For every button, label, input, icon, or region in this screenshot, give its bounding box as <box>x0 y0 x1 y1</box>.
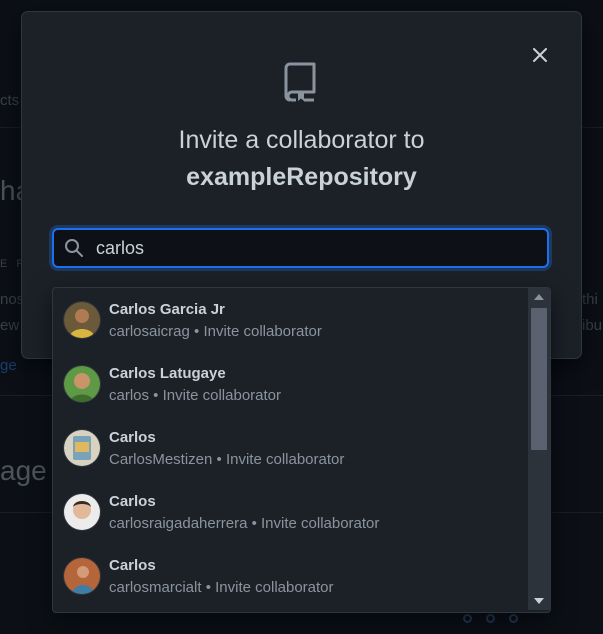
suggestion-name: Carlos Garcia Jr <box>109 300 225 318</box>
repository-name: exampleRepository <box>186 163 417 191</box>
suggestion-subtitle: carlosmarcialt • Invite collaborator <box>109 578 334 596</box>
avatar <box>63 365 101 403</box>
scrollbar-thumb[interactable] <box>531 308 547 450</box>
suggestion-username: carlosaicrag <box>109 322 190 340</box>
suggestion-action: Invite collaborator <box>225 450 345 468</box>
avatar-person-icon <box>64 558 100 594</box>
search-box[interactable] <box>52 228 549 268</box>
suggestion-action: Invite collaborator <box>261 514 380 532</box>
suggestion-subtitle: CarlosMestizen • Invite collaborator <box>109 450 345 468</box>
suggestion-item[interactable]: Carlos Garcia Jr carlosaicrag • Invite c… <box>53 288 527 352</box>
triangle-up-icon <box>534 294 544 300</box>
triangle-down-icon <box>534 598 544 604</box>
scroll-up-button[interactable] <box>528 290 550 304</box>
suggestion-item[interactable]: Carlos CarlosMestizen • Invite collabora… <box>53 416 527 480</box>
close-button[interactable] <box>530 45 550 65</box>
suggestion-name: Carlos Latugaye <box>109 364 226 382</box>
avatar <box>63 493 101 531</box>
scrollbar[interactable] <box>528 288 550 610</box>
avatar-image-icon <box>64 430 100 466</box>
suggestion-subtitle: carlosraigadaherrera • Invite collaborat… <box>109 514 380 532</box>
avatar <box>63 301 101 339</box>
avatar-person-icon <box>64 366 100 402</box>
avatar-person-icon <box>64 494 100 530</box>
suggestion-action: Invite collaborator <box>215 578 334 596</box>
avatar <box>63 557 101 595</box>
suggestions-list: Carlos Garcia Jr carlosaicrag • Invite c… <box>53 288 527 608</box>
scroll-down-button[interactable] <box>528 594 550 608</box>
suggestion-action: Invite collaborator <box>162 386 282 404</box>
avatar-person-icon <box>64 302 100 338</box>
suggestion-subtitle: carlos • Invite collaborator <box>109 386 282 404</box>
suggestions-dropdown: Carlos Garcia Jr carlosaicrag • Invite c… <box>52 287 551 613</box>
avatar <box>63 429 101 467</box>
suggestion-username: CarlosMestizen <box>109 450 213 468</box>
suggestion-action: Invite collaborator <box>203 322 322 340</box>
close-icon <box>533 48 547 62</box>
search-icon <box>65 239 83 257</box>
suggestion-item[interactable]: Carlos Latugaye carlos • Invite collabor… <box>53 352 527 416</box>
suggestion-username: carlosraigadaherrera <box>109 514 248 532</box>
repo-icon <box>284 62 316 102</box>
suggestion-name: Carlos <box>109 428 156 446</box>
suggestion-name: Carlos <box>109 492 156 510</box>
suggestion-subtitle: carlosaicrag • Invite collaborator <box>109 322 322 340</box>
suggestion-item[interactable]: Carlos carlosmarcialt • Invite collabora… <box>53 544 527 608</box>
dialog-title: Invite a collaborator to exampleReposito… <box>22 122 581 196</box>
suggestion-name: Carlos <box>109 556 156 574</box>
suggestion-username: carlosmarcialt <box>109 578 202 596</box>
suggestion-item[interactable]: Carlos carlosraigadaherrera • Invite col… <box>53 480 527 544</box>
suggestion-username: carlos <box>109 386 150 404</box>
search-input[interactable] <box>94 236 518 260</box>
dialog-title-text: Invite a collaborator to <box>178 126 425 154</box>
